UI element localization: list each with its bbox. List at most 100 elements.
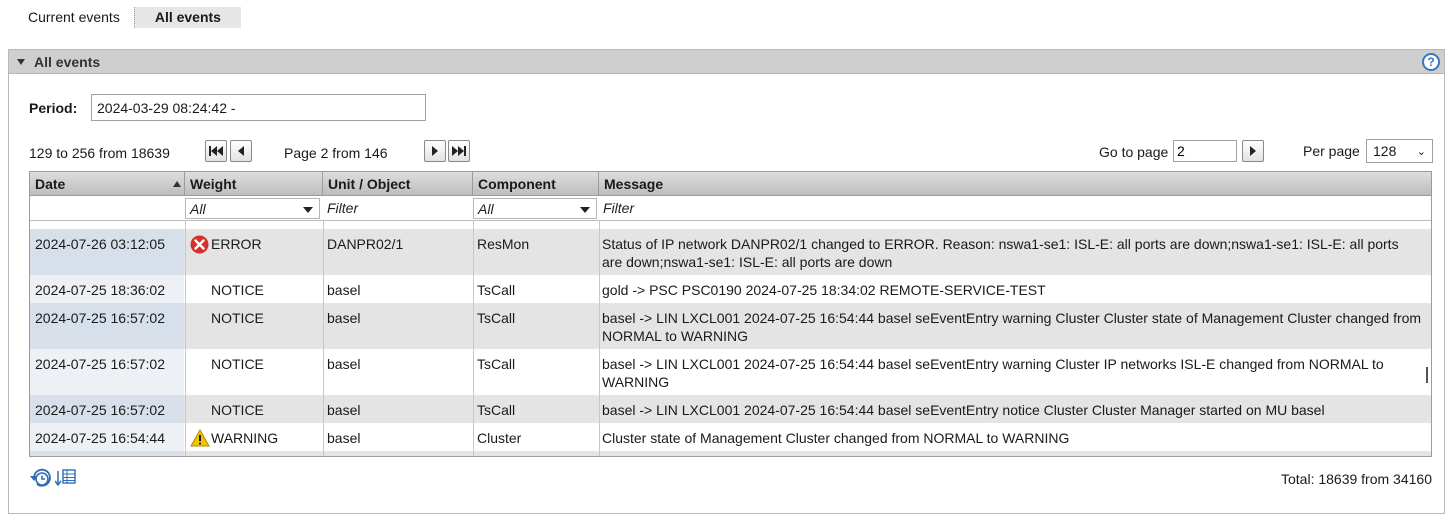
row-message: basel -> LIN LXCL001 2024-07-25 16:54:44…: [602, 402, 1325, 418]
table-row[interactable]: 2024-07-26 03:12:05 ERROR DANPR02/1 ResM…: [30, 229, 1431, 275]
component-filter-value: All: [478, 201, 494, 217]
export-table-icon[interactable]: [54, 467, 77, 492]
row-weight: NOTICE: [190, 349, 326, 373]
next-page-icon: [432, 146, 438, 156]
row-weight-label: NOTICE: [211, 310, 264, 326]
table-row[interactable]: 2024-07-25 18:36:02 NOTICE basel TsCall …: [30, 275, 1431, 303]
row-date: 2024-07-25 18:36:02: [30, 275, 184, 303]
row-date: 2024-07-25 16:57:02: [30, 303, 184, 349]
column-divider: [185, 221, 186, 456]
goto-page-input[interactable]: [1173, 140, 1237, 162]
table-row[interactable]: 2024-07-25 16:57:02 NOTICE basel TsCall …: [30, 395, 1431, 423]
weight-filter-select[interactable]: All: [185, 198, 320, 219]
row-date: 2024-07-25 16:57:02: [30, 395, 184, 423]
goto-page-label: Go to page: [1099, 144, 1169, 160]
row-weight: ERROR: [190, 229, 326, 254]
row-weight-label: NOTICE: [211, 402, 264, 418]
row-weight: NOTICE: [190, 395, 326, 419]
period-label: Period:: [29, 100, 78, 116]
table-row[interactable]: 2024-07-25 16:54:44 WARNING basel Cluste…: [30, 423, 1431, 451]
filter-row: All Filter All Filter: [30, 196, 1431, 221]
error-icon: [190, 235, 209, 254]
row-date: [30, 451, 184, 456]
dropdown-arrow-icon: [303, 207, 313, 213]
row-message: gold -> PSC PSC0190 2024-07-25 18:34:02 …: [602, 282, 1046, 298]
collapse-triangle-icon[interactable]: [17, 59, 25, 65]
panel-title: All events: [34, 54, 101, 70]
per-page-select[interactable]: 128 ⌄: [1366, 139, 1433, 163]
row-component: TsCall: [477, 310, 516, 326]
per-page-value: 128: [1373, 143, 1397, 159]
row-component: TsCall: [477, 282, 516, 298]
next-page-button[interactable]: [424, 140, 446, 162]
tab-bar: Current events All events: [14, 7, 241, 28]
period-input[interactable]: [91, 94, 426, 121]
row-weight: NOTICE: [190, 303, 326, 327]
row-weight-label: ERROR: [211, 236, 262, 252]
row-date: 2024-07-25 16:54:44: [30, 423, 184, 451]
row-weight-label: NOTICE: [211, 356, 264, 372]
prev-page-icon: [238, 146, 244, 156]
go-icon: [1250, 146, 1256, 156]
last-page-icon: [452, 146, 466, 156]
record-range: 129 to 256 from 18639: [29, 145, 170, 161]
col-weight[interactable]: Weight: [185, 172, 323, 196]
page-info: Page 2 from 146: [284, 145, 388, 161]
row-component: ResMon: [477, 236, 530, 252]
refresh-clock-icon[interactable]: [29, 467, 53, 492]
tab-current-events[interactable]: Current events: [14, 7, 134, 28]
all-events-panel: All events ? Period: 129 to 256 from 186…: [8, 49, 1445, 514]
table-row[interactable]: 2024-07-25 16:57:02 NOTICE basel TsCall …: [30, 349, 1431, 395]
row-weight: NOTICE: [190, 275, 326, 299]
row-message: Status of IP network DANPR02/1 changed t…: [602, 236, 1399, 270]
warning-icon: [190, 429, 210, 447]
column-divider: [473, 221, 474, 456]
chevron-down-icon: ⌄: [1416, 146, 1426, 158]
unit-filter-input[interactable]: Filter: [323, 196, 471, 220]
row-unit: basel: [327, 430, 361, 446]
table-row[interactable]: 2024-07-25 16:57:02 NOTICE basel TsCall …: [30, 303, 1431, 349]
dropdown-arrow-icon: [580, 207, 590, 213]
message-filter-input[interactable]: Filter: [599, 196, 1429, 220]
col-date[interactable]: Date: [30, 172, 185, 196]
footer-icons: [29, 467, 77, 492]
row-message: basel -> LIN LXCL001 2024-07-25 16:54:44…: [602, 356, 1384, 390]
row-unit: basel: [327, 310, 361, 326]
row-unit: DANPR02/1: [327, 236, 404, 252]
col-unit-object[interactable]: Unit / Object: [323, 172, 473, 196]
events-table: Date Weight Unit / Object Component Mess…: [29, 171, 1432, 457]
prev-page-button[interactable]: [230, 140, 252, 162]
row-date: 2024-07-26 03:12:05: [30, 229, 184, 275]
table-scrollbar[interactable]: [1426, 367, 1428, 383]
row-component: TsCall: [477, 402, 516, 418]
row-weight: WARNING: [190, 423, 326, 447]
row-weight-label: WARNING: [211, 430, 279, 446]
row-component: Cluster: [477, 430, 522, 446]
row-message: basel -> LIN LXCL001 2024-07-25 16:54:44…: [602, 310, 1422, 344]
col-date-label: Date: [35, 176, 66, 192]
goto-page-button[interactable]: [1242, 140, 1264, 162]
panel-header[interactable]: All events ?: [9, 49, 1444, 74]
component-filter-select[interactable]: All: [473, 198, 597, 219]
first-page-button[interactable]: [205, 140, 227, 162]
per-page-label: Per page: [1303, 143, 1360, 159]
help-icon[interactable]: ?: [1422, 53, 1440, 71]
first-page-icon: [209, 146, 223, 156]
table-header: Date Weight Unit / Object Component Mess…: [30, 172, 1431, 196]
last-page-button[interactable]: [448, 140, 470, 162]
weight-filter-value: All: [190, 201, 206, 217]
row-unit: basel: [327, 356, 361, 372]
column-divider: [323, 221, 324, 456]
table-row[interactable]: [30, 451, 1431, 456]
col-message[interactable]: Message: [599, 172, 1431, 196]
sort-asc-icon: [173, 181, 181, 187]
row-weight-label: NOTICE: [211, 282, 264, 298]
tab-all-events[interactable]: All events: [133, 7, 241, 28]
row-unit: basel: [327, 402, 361, 418]
row-unit: basel: [327, 282, 361, 298]
total-count: Total: 18639 from 34160: [1281, 471, 1432, 487]
column-divider: [599, 221, 600, 456]
row-component: TsCall: [477, 356, 516, 372]
row-message: Cluster state of Management Cluster chan…: [602, 430, 1070, 446]
col-component[interactable]: Component: [473, 172, 599, 196]
